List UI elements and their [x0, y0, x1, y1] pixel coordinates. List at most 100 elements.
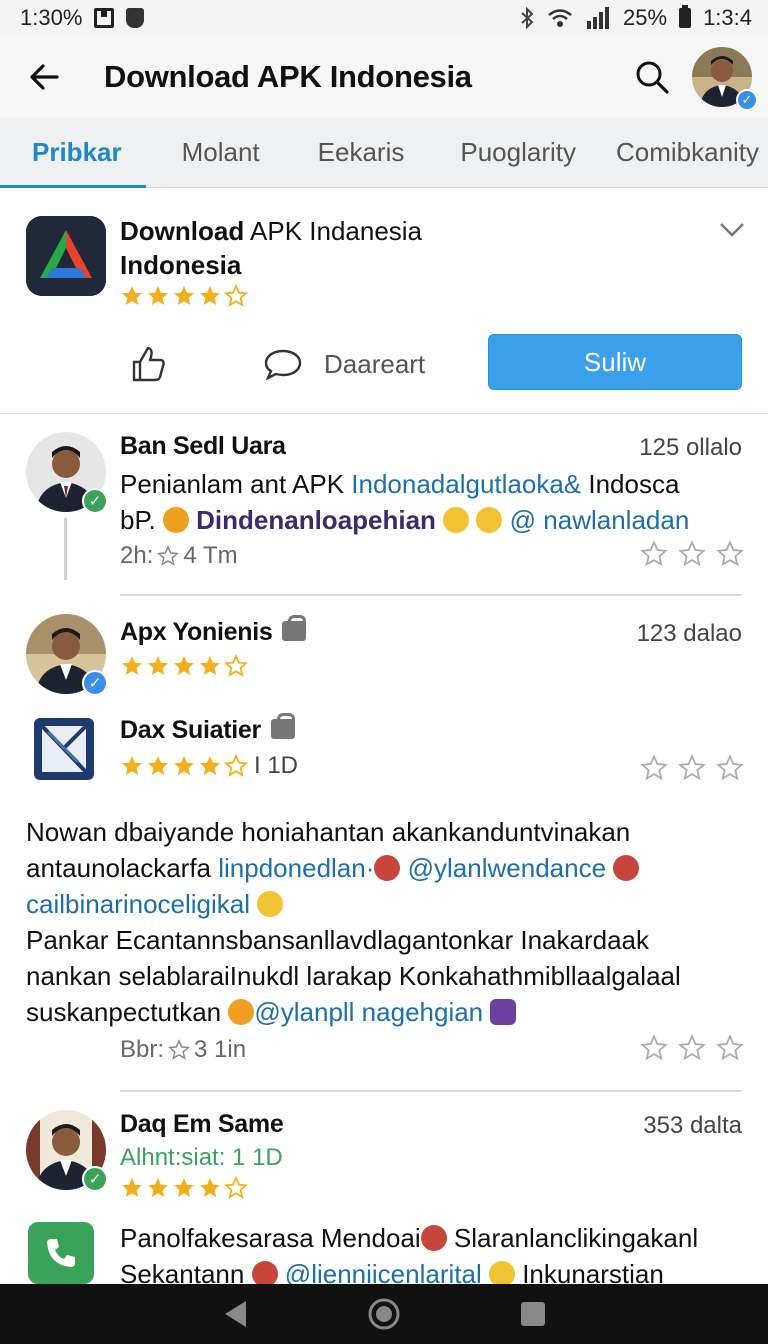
primary-action-button[interactable]: Suliw — [488, 334, 742, 390]
star-filled-icon — [148, 756, 168, 775]
review-mention-link[interactable]: @lienniicenlarital — [285, 1259, 482, 1284]
save-notification-icon — [94, 8, 115, 28]
verified-badge-icon: ✓ — [82, 1166, 108, 1192]
tab-puoglarity[interactable]: Puoglarity — [460, 118, 576, 188]
star-outline-icon — [168, 1039, 190, 1060]
divider — [120, 594, 742, 596]
star-outline-icon[interactable] — [640, 540, 668, 568]
emoji-icon — [228, 999, 255, 1026]
thread-line — [64, 518, 67, 580]
star-filled-icon — [200, 756, 220, 775]
app-rating-stars — [120, 284, 248, 308]
review-meta: 125 ollalo — [639, 434, 742, 461]
profile-avatar[interactable]: ✓ — [692, 47, 758, 111]
back-arrow-icon[interactable] — [24, 57, 64, 97]
tab-comibkanity[interactable]: Comibkanity — [616, 118, 759, 188]
star-outline-icon — [157, 545, 180, 566]
tab-pribkar[interactable]: Pribkar — [0, 118, 146, 188]
rate-stars[interactable] — [640, 1034, 744, 1062]
search-icon[interactable] — [630, 55, 674, 99]
nav-home-icon[interactable] — [360, 1290, 408, 1338]
emoji-icon — [613, 855, 640, 882]
emoji-icon — [488, 1261, 515, 1284]
divider — [120, 1090, 742, 1092]
star-filled-icon — [122, 656, 142, 675]
like-thumbs-up-icon[interactable] — [128, 344, 168, 384]
emoji-icon — [490, 999, 517, 1026]
star-filled-icon — [200, 286, 220, 305]
review-text-part: Inkunarstian — [514, 1259, 664, 1284]
document-app-icon — [34, 718, 94, 780]
lock-icon — [270, 713, 295, 740]
star-half-icon — [224, 284, 248, 307]
reviewer-avatar[interactable]: ✓ — [26, 614, 108, 696]
reviewer-name[interactable]: Ban Sedl Uara — [120, 432, 286, 461]
lock-icon — [282, 615, 307, 642]
star-outline-icon[interactable] — [716, 754, 744, 782]
app-logo-icon — [26, 216, 106, 296]
star-outline-icon[interactable] — [716, 540, 744, 568]
star-half-icon — [224, 754, 248, 777]
review-item: Dax Suiatier I 1D — [0, 700, 768, 800]
review-meta: 123 dalao — [636, 620, 742, 647]
review-footer: 2h: 4 Tm — [120, 542, 238, 570]
page-title: Download APK Indonesia — [104, 59, 472, 94]
star-filled-icon — [122, 1178, 142, 1197]
tab-eekaris[interactable]: Eekaris — [318, 118, 405, 188]
chevron-down-icon[interactable] — [718, 220, 746, 240]
reviewer-rating-stars — [120, 654, 248, 678]
rate-stars[interactable] — [640, 540, 744, 568]
status-time-right: 1:3:4 — [703, 5, 752, 30]
reviewer-name-text: Apx Yonienis — [120, 618, 273, 646]
tab-molant[interactable]: Molant — [182, 118, 260, 188]
review-text: Penianlam ant APK Indonadalgutlaoka& Ind… — [120, 466, 748, 538]
star-outline-icon[interactable] — [716, 1034, 744, 1062]
review-link[interactable]: cailbinarinoceligikal — [26, 889, 250, 919]
nav-back-icon[interactable] — [211, 1290, 259, 1338]
review-text-part: Sekantann — [120, 1259, 252, 1284]
star-filled-icon — [148, 1178, 168, 1197]
nav-recents-icon[interactable] — [509, 1290, 557, 1338]
tab-bar: Pribkar Molant Eekaris Puoglarity Comibk… — [0, 118, 768, 188]
reviewer-name[interactable]: Apx Yonienis — [120, 615, 307, 647]
shield-notification-icon — [126, 8, 145, 28]
reviewer-name[interactable]: Dax Suiatier — [120, 713, 295, 745]
review-mention-link[interactable]: @ylanpll nagehgian — [254, 997, 483, 1027]
review-text-part: Panolfakesarasa Mendoai — [120, 1223, 421, 1253]
star-filled-icon — [148, 286, 168, 305]
star-outline-icon[interactable] — [678, 754, 706, 782]
status-time-left: 1:30% — [20, 5, 83, 30]
rating-suffix: I 1D — [254, 752, 299, 779]
reviewer-avatar[interactable]: ✓ — [26, 432, 108, 514]
rate-stars[interactable] — [640, 754, 744, 782]
review-meta: 353 dalta — [643, 1112, 742, 1139]
battery-icon — [679, 5, 692, 28]
star-outline-icon[interactable] — [678, 540, 706, 568]
star-filled-icon — [174, 1178, 194, 1197]
star-half-icon — [224, 654, 248, 677]
review-text-line: cailbinarinoceligikal — [26, 886, 748, 922]
review-link[interactable]: Indonadalgutlaoka& — [351, 469, 581, 499]
star-filled-icon — [200, 1178, 220, 1197]
emoji-icon — [251, 1261, 278, 1284]
phone-icon[interactable] — [28, 1222, 94, 1284]
review-mention-link[interactable]: @ nawlanladan — [510, 505, 690, 535]
reviewer-avatar[interactable]: ✓ — [26, 1110, 108, 1192]
review-item: ✓ Daq Em Same 353 dalta Alhnt:siat: 1 1D… — [0, 1094, 768, 1284]
review-text-line: Nowan dbaiyande honiahantan akankanduntv… — [26, 817, 631, 847]
review-text-line: Sekantann @lienniicenlarital Inkunarstia… — [120, 1256, 748, 1284]
comment-button[interactable]: Daareart — [264, 348, 425, 380]
star-outline-icon[interactable] — [678, 1034, 706, 1062]
star-filled-icon — [200, 656, 220, 675]
star-outline-icon[interactable] — [640, 1034, 668, 1062]
reviewer-name[interactable]: Daq Em Same — [120, 1110, 284, 1139]
star-filled-icon — [174, 286, 194, 305]
reviewer-rating-stars — [120, 1176, 248, 1200]
star-outline-icon[interactable] — [640, 754, 668, 782]
app-header-card: Download APK Indanesia Indonesia Daarear… — [0, 188, 768, 414]
review-text-line: suskanpectutkan @ylanpll nagehgian — [26, 994, 748, 1030]
app-name-rest: APK Indanesia — [244, 216, 423, 246]
review-link[interactable]: linpdonedlan· — [218, 853, 374, 883]
review-mention-link[interactable]: @ylanlwendance — [408, 853, 606, 883]
review-text: Panolfakesarasa Mendoai Slaranlancliking… — [120, 1220, 748, 1284]
